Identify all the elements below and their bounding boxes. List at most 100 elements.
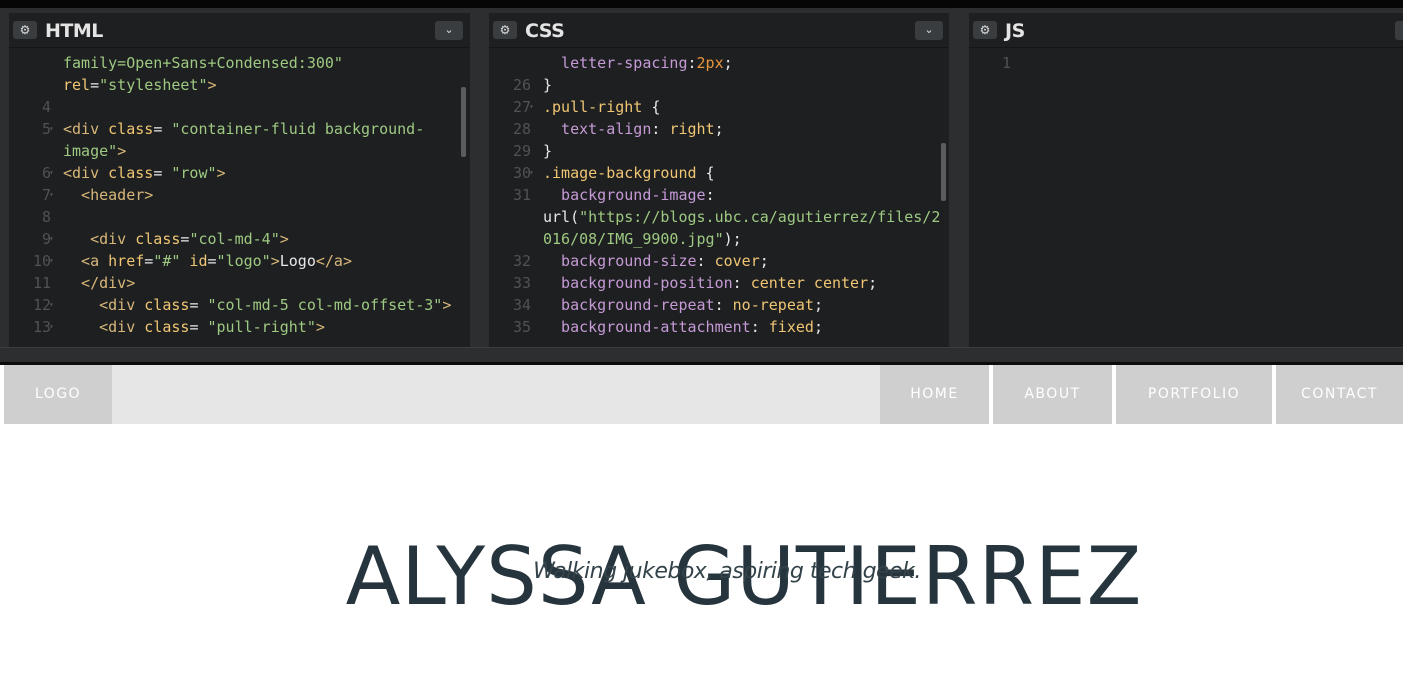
code-line[interactable]: 016/08/IMG_9900.jpg"); (489, 228, 949, 250)
code-token: : (696, 252, 715, 270)
gear-icon[interactable]: ⚙ (13, 21, 37, 39)
chevron-down-icon[interactable]: ⌄ (435, 21, 463, 40)
code-line[interactable]: 34 background-repeat: no-repeat; (489, 294, 949, 316)
navbar: LOGO HOME ABOUT PORTFOLIO CONTACT (0, 365, 1403, 424)
html-pane: ⚙ HTML ⌄ family=Open+Sans+Condensed:300"… (9, 13, 470, 347)
code-line[interactable]: 10 ▾ <a href="#" id="logo">Logo</a> (9, 250, 470, 272)
code-line[interactable]: 5 ▾ <div class= "container-fluid backgroun… (9, 118, 470, 140)
css-pane: ⚙ CSS ⌄ letter-spacing:2px; 26} 27 ▾ .pull-r… (489, 13, 949, 347)
code-token: = (153, 120, 172, 138)
code-text: image"> (63, 140, 126, 162)
code-line[interactable]: 31 background-image: (489, 184, 949, 206)
css-scrollbar[interactable] (941, 143, 946, 201)
nav-contact-link[interactable]: CONTACT (1276, 365, 1403, 424)
code-token: text-align (543, 120, 652, 138)
line-number: 9 (41, 230, 51, 248)
code-line[interactable]: 32 background-size: cover; (489, 250, 949, 272)
code-token: <div (63, 230, 136, 248)
code-token: ; (813, 296, 823, 314)
css-pane-header: ⚙ CSS ⌄ (489, 13, 949, 48)
code-text: letter-spacing:2px; (543, 52, 733, 74)
code-line[interactable]: image"> (9, 140, 470, 162)
code-text: .image-background { (543, 162, 715, 184)
code-token: : (732, 274, 751, 292)
fold-arrow-icon[interactable]: ▾ (529, 162, 534, 184)
fold-arrow-icon[interactable]: ▾ (49, 250, 54, 272)
code-token: ); (723, 230, 742, 248)
code-text: background-position: center center; (543, 272, 877, 294)
code-text: background-attachment: fixed; (543, 316, 823, 338)
code-token: <a (63, 252, 109, 270)
code-text: rel="stylesheet"> (63, 74, 217, 96)
fold-arrow-icon[interactable]: ▾ (529, 96, 534, 118)
code-token: "container-fluid background- (171, 120, 425, 138)
code-token: <div (63, 318, 145, 336)
fold-arrow-icon[interactable]: ▾ (49, 228, 54, 250)
fold-arrow-icon[interactable]: ▾ (49, 118, 54, 140)
fold-arrow-icon[interactable]: ▾ (49, 294, 54, 316)
code-token: class (135, 230, 181, 248)
css-code-editor[interactable]: letter-spacing:2px; 26} 27 ▾ .pull-right {28… (489, 49, 949, 347)
code-line[interactable]: 4 (9, 96, 470, 118)
code-token: "col-md-4" (189, 230, 280, 248)
js-code-editor[interactable]: 1 (969, 49, 1403, 347)
code-token: href (108, 252, 145, 270)
code-line[interactable]: 7 ▾ <header> (9, 184, 470, 206)
fold-arrow-icon[interactable]: ▾ (49, 316, 54, 338)
line-number: 31 (512, 186, 531, 204)
pane-divider[interactable] (470, 13, 489, 347)
code-line[interactable]: 30 ▾ .image-background { (489, 162, 949, 184)
code-line[interactable]: 35 background-attachment: fixed; (489, 316, 949, 338)
nav-home-link[interactable]: HOME (880, 365, 989, 424)
code-token: } (543, 142, 553, 160)
code-token: = (153, 164, 172, 182)
code-line[interactable]: url("https://blogs.ubc.ca/agutierrez/fil… (489, 206, 949, 228)
chevron-down-icon[interactable]: ⌄ (915, 21, 943, 40)
code-token: fixed (768, 318, 814, 336)
code-line[interactable]: letter-spacing:2px; (489, 52, 949, 74)
code-line[interactable]: 26} (489, 74, 949, 96)
html-code-editor[interactable]: family=Open+Sans+Condensed:300" rel="styl… (9, 49, 470, 347)
line-number: 27 (512, 98, 531, 116)
line-number: 7 (41, 186, 51, 204)
fold-arrow-icon[interactable]: ▾ (49, 184, 54, 206)
code-token: </div> (63, 274, 136, 292)
code-line[interactable]: 33 background-position: center center; (489, 272, 949, 294)
code-line[interactable]: 13 ▾ <div class= "pull-right"> (9, 316, 470, 338)
code-line[interactable]: family=Open+Sans+Condensed:300" (9, 52, 470, 74)
code-token: ; (813, 318, 823, 336)
code-token: 016/08/IMG_9900.jpg" (543, 230, 724, 248)
gear-icon[interactable]: ⚙ (973, 21, 997, 39)
code-line[interactable]: 6 ▾ <div class= "row"> (9, 162, 470, 184)
code-line[interactable]: 8 (9, 206, 470, 228)
nav-about-link[interactable]: ABOUT (993, 365, 1112, 424)
code-line[interactable]: 27 ▾ .pull-right { (489, 96, 949, 118)
code-token: > (216, 164, 226, 182)
code-line[interactable]: 9 ▾ <div class="col-md-4"> (9, 228, 470, 250)
code-token: image" (63, 142, 118, 160)
code-token: > (442, 296, 452, 314)
gear-icon[interactable]: ⚙ (493, 21, 517, 39)
code-token: background-size (543, 252, 697, 270)
code-token: > (315, 318, 325, 336)
code-token: = (189, 296, 208, 314)
html-scrollbar[interactable] (461, 87, 466, 157)
code-token: right (669, 120, 715, 138)
code-token: .image-background (543, 164, 697, 182)
line-number: 5 (41, 120, 51, 138)
nav-logo-link[interactable]: LOGO (4, 365, 112, 424)
code-text: <a href="#" id="logo">Logo</a> (63, 250, 352, 272)
code-text: <div class= "row"> (63, 162, 226, 184)
code-line[interactable]: 12 ▾ <div class= "col-md-5 col-md-offset-… (9, 294, 470, 316)
code-line[interactable]: rel="stylesheet"> (9, 74, 470, 96)
code-line[interactable]: 28 text-align: right; (489, 118, 949, 140)
fold-arrow-icon[interactable]: ▾ (49, 162, 54, 184)
chevron-down-icon[interactable]: ⌄ (1395, 21, 1403, 40)
code-line[interactable]: 29} (489, 140, 949, 162)
code-line[interactable]: 1 (969, 52, 1403, 74)
code-line[interactable]: 11 </div> (9, 272, 470, 294)
pane-divider[interactable] (949, 13, 969, 347)
nav-portfolio-link[interactable]: PORTFOLIO (1116, 365, 1272, 424)
line-number: 34 (512, 296, 531, 314)
code-token: 2px (696, 54, 724, 72)
